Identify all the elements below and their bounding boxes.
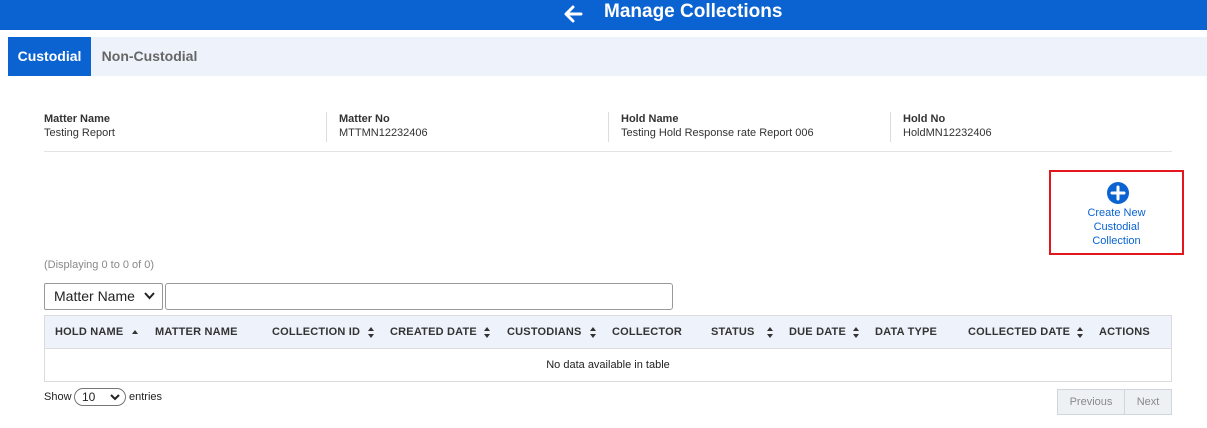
next-button[interactable]: Next	[1124, 389, 1172, 415]
info-value: MTTMN12232406	[339, 127, 428, 139]
info-matter-name: Matter Name Testing Report	[44, 112, 326, 142]
collections-table: HOLD NAME MATTER NAME COLLECTION ID CREA…	[44, 315, 1172, 382]
filter-select-value: Matter Name	[54, 288, 135, 304]
info-value: Testing Report	[44, 127, 115, 139]
info-label: Hold Name	[621, 113, 679, 125]
top-bar: Manage Collections	[0, 0, 1207, 30]
previous-button[interactable]: Previous	[1057, 389, 1125, 415]
sort-asc-icon[interactable]	[130, 316, 140, 349]
col-matter-name[interactable]: MATTER NAME	[155, 316, 238, 349]
entries-label: entries	[129, 391, 163, 403]
info-value: HoldMN12232406	[903, 127, 992, 139]
col-collection-id[interactable]: COLLECTION ID	[272, 316, 360, 349]
sort-icon[interactable]	[765, 316, 775, 349]
sort-icon[interactable]	[851, 316, 861, 349]
page-title: Manage Collections	[604, 1, 783, 22]
col-created-date[interactable]: CREATED DATE	[390, 316, 477, 349]
info-label: Matter Name	[44, 113, 111, 125]
sort-icon[interactable]	[482, 316, 492, 349]
plus-circle-icon	[1107, 182, 1129, 204]
show-label: Show	[44, 391, 72, 403]
chevron-down-icon	[144, 292, 155, 300]
info-hold-no: Hold No HoldMN12232406	[890, 112, 1172, 142]
create-custodial-collection-button[interactable]: Create New Custodial Collection	[1049, 170, 1184, 255]
tab-non-custodial[interactable]: Non-Custodial	[91, 37, 208, 76]
col-due-date[interactable]: DUE DATE	[789, 316, 846, 349]
col-custodians[interactable]: CUSTODIANS	[507, 316, 582, 349]
entries-select[interactable]: 10	[74, 388, 126, 406]
info-hold-name: Hold Name Testing Hold Response rate Rep…	[608, 112, 890, 142]
matter-info: Matter Name Testing Report Matter No MTT…	[44, 112, 1172, 152]
info-value: Testing Hold Response rate Report 006	[621, 127, 814, 139]
info-matter-no: Matter No MTTMN12232406	[326, 112, 608, 142]
search-input[interactable]	[165, 283, 673, 310]
create-button-label: Create New Custodial Collection	[1087, 207, 1146, 247]
col-collector[interactable]: COLLECTOR	[612, 316, 682, 349]
chevron-down-icon	[110, 394, 120, 401]
table-header: HOLD NAME MATTER NAME COLLECTION ID CREA…	[45, 316, 1171, 349]
table-empty-message: No data available in table	[546, 359, 670, 371]
col-collected-date[interactable]: COLLECTED DATE	[968, 316, 1070, 349]
tab-bar: Custodial Non-Custodial	[8, 37, 1207, 76]
info-label: Matter No	[339, 113, 390, 125]
col-status[interactable]: STATUS	[711, 316, 755, 349]
col-actions: ACTIONS	[1099, 326, 1150, 338]
col-data-type[interactable]: DATA TYPE	[875, 316, 937, 349]
col-hold-name[interactable]: HOLD NAME	[55, 316, 123, 349]
entries-value: 10	[82, 390, 96, 404]
arrow-left-icon[interactable]	[562, 3, 584, 25]
info-label: Hold No	[903, 113, 946, 125]
tab-custodial[interactable]: Custodial	[8, 37, 91, 76]
sort-icon[interactable]	[1075, 316, 1085, 349]
displaying-count: (Displaying 0 to 0 of 0)	[44, 259, 155, 271]
sort-icon[interactable]	[366, 316, 376, 349]
sort-icon[interactable]	[588, 316, 598, 349]
filter-column-select[interactable]: Matter Name	[44, 283, 163, 310]
